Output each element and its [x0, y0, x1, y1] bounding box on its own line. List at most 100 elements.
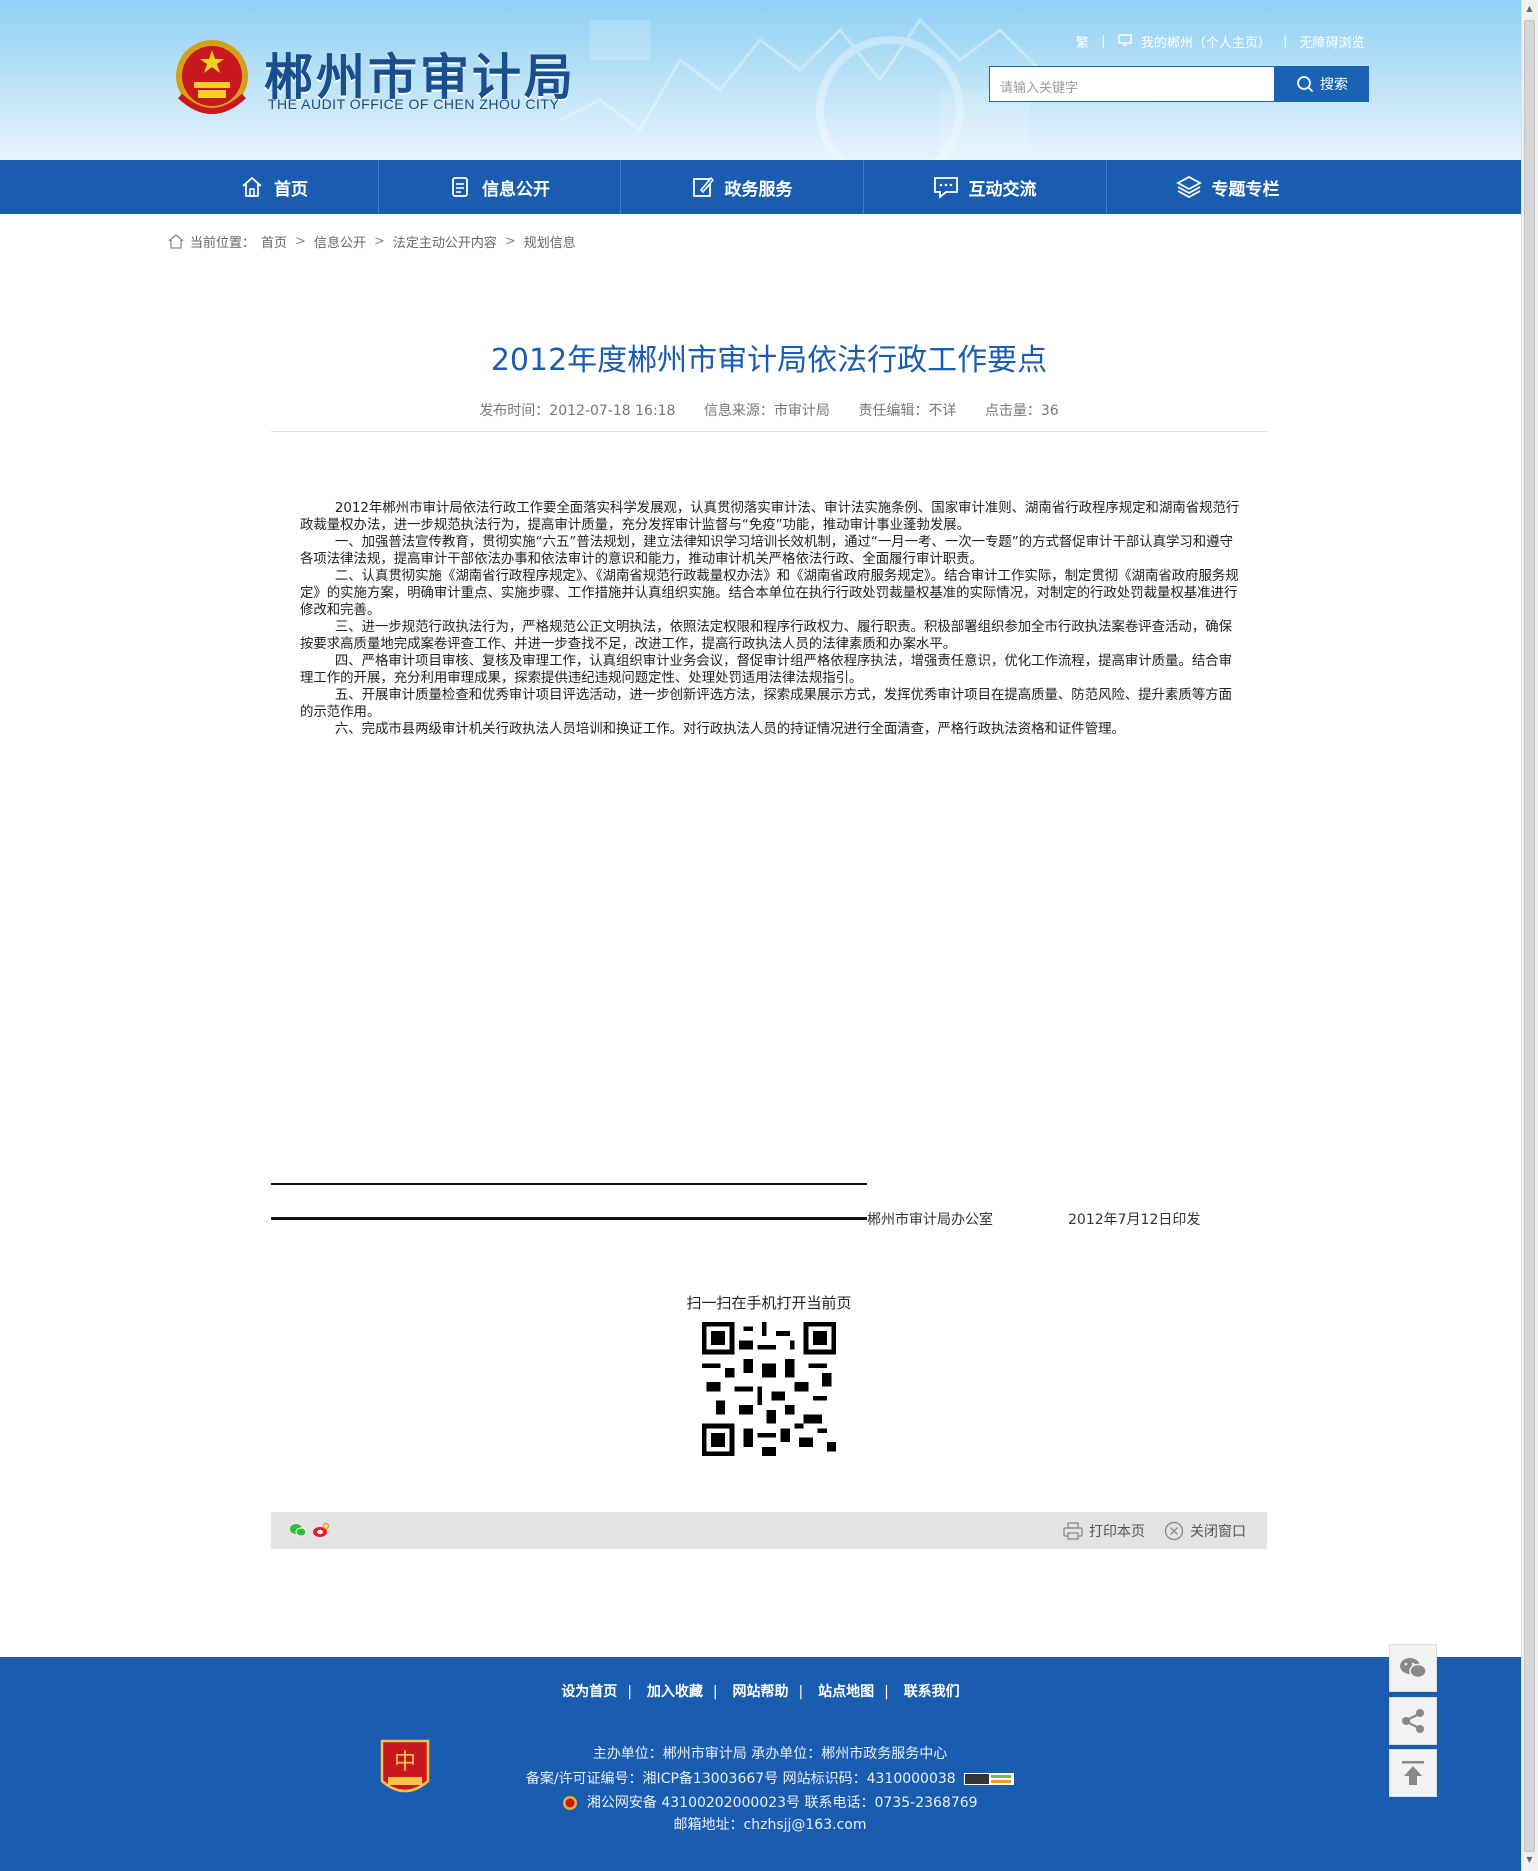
qr-caption: 扫一扫在手机打开当前页	[686, 1294, 852, 1312]
nav-label: 政务服务	[724, 179, 793, 200]
signature-org: 郴州市审计局办公室	[867, 1212, 993, 1228]
nav-label: 首页	[274, 179, 308, 200]
scrollbar-thumb[interactable]	[1524, 20, 1535, 1852]
document-icon	[452, 177, 468, 197]
edit-icon	[692, 176, 714, 197]
paragraph: 二、认真贯彻实施《湖南省行政程序规定》、《湖南省规范行政裁量权办法》和《湖南省政…	[300, 569, 1239, 618]
paragraph: 2012年郴州市审计局依法行政工作要全面落实科学发展观，认真贯彻落实审计法、审计…	[300, 501, 1240, 533]
breadcrumb: 当前位置： 首页 > 信息公开 > 法定主动公开内容 > 规划信息	[168, 232, 576, 251]
close-icon	[1164, 1521, 1184, 1541]
traditional-chinese-link[interactable]: 繁	[1076, 32, 1089, 51]
chat-icon	[933, 177, 958, 199]
footer-link-set-home[interactable]: 设为首页	[561, 1684, 617, 1700]
footer-email: 邮箱地址：chzhsjj@163.com	[673, 1817, 867, 1833]
police-badge-icon	[563, 1796, 578, 1810]
accessible-browse-link[interactable]: 无障碍浏览	[1300, 32, 1365, 51]
scroll-down-arrow-icon[interactable]: ▼	[1524, 1855, 1535, 1869]
home-icon	[242, 176, 262, 197]
publish-time: 发布时间：2012-07-18 16:18	[479, 403, 676, 419]
breadcrumb-item-planning[interactable]: 规划信息	[524, 232, 576, 251]
search-input[interactable]: 请输入关键字	[989, 66, 1275, 102]
separator: |	[712, 1684, 718, 1700]
search-button[interactable]: 搜索	[1275, 66, 1369, 102]
nav-item-special-topics[interactable]: 专题专栏	[1106, 160, 1349, 214]
footer-link-sitemap[interactable]: 站点地图	[818, 1684, 874, 1700]
signature-rule-top	[271, 1183, 867, 1185]
search-button-label: 搜索	[1320, 77, 1348, 93]
header-decoration	[560, 17, 1042, 160]
paragraph: 六、完成市县两级审计机关行政执法人员培训和换证工作。对行政执法人员的持证情况进行…	[334, 722, 1125, 737]
separator: |	[798, 1684, 804, 1700]
separator: |	[627, 1684, 633, 1700]
view-count: 点击量：36	[984, 403, 1059, 419]
breadcrumb-item-info[interactable]: 信息公开	[314, 232, 366, 251]
separator: |	[1101, 34, 1106, 49]
cnzz-badge-icon[interactable]	[964, 1773, 1015, 1785]
site-subtitle: THE AUDIT OFFICE OF CHEN ZHOU CITY	[268, 96, 560, 112]
svg-text:中: 中	[394, 1750, 416, 1775]
article-meta: 发布时间：2012-07-18 16:18 信息来源：市审计局 责任编辑：不详 …	[271, 400, 1267, 420]
footer-host: 主办单位：郴州市审计局 承办单位：郴州市政务服务中心	[592, 1746, 948, 1762]
national-emblem-icon	[176, 40, 248, 114]
main-nav: 首页 信息公开 政务服务 互动交流 专题专栏	[0, 160, 1521, 214]
float-back-to-top-button[interactable]	[1389, 1749, 1437, 1797]
footer-police-text: 湘公网安备 43100202000023号 联系电话：0735-2368769	[586, 1795, 978, 1811]
info-source: 信息来源：市审计局	[703, 403, 830, 419]
nav-item-interaction[interactable]: 互动交流	[863, 160, 1106, 214]
signature-rule-bottom	[271, 1217, 867, 1220]
site-header: 郴州市审计局 THE AUDIT OFFICE OF CHEN ZHOU CIT…	[0, 0, 1521, 160]
signature-date: 2012年7月12日印发	[1068, 1212, 1201, 1228]
weibo-icon[interactable]	[312, 1522, 330, 1538]
breadcrumb-prefix: 当前位置：	[190, 236, 256, 251]
nav-item-home[interactable]: 首页	[170, 160, 378, 214]
footer-link-contact[interactable]: 联系我们	[904, 1684, 960, 1700]
layers-icon	[1175, 175, 1202, 199]
top-links: 繁 | 我的郴州（个人主页） | 无障碍浏览	[1076, 32, 1365, 51]
nav-item-info-public[interactable]: 信息公开	[378, 160, 620, 214]
share-icon	[1402, 1709, 1424, 1733]
paragraph: 五、开展审计质量检查和优秀审计项目评选活动，进一步创新评选方法，探索成果展示方式…	[300, 688, 1232, 720]
breadcrumb-item-legal[interactable]: 法定主动公开内容	[393, 232, 497, 251]
search-icon	[1297, 76, 1314, 93]
float-wechat-button[interactable]	[1389, 1644, 1437, 1692]
breadcrumb-item-home[interactable]: 首页	[261, 232, 287, 251]
footer-link-favorite[interactable]: 加入收藏	[647, 1684, 703, 1700]
my-chenzhou-link[interactable]: 我的郴州（个人主页）	[1141, 32, 1271, 51]
party-gov-badge-icon[interactable]: 中	[378, 1737, 432, 1801]
printer-icon	[1063, 1522, 1083, 1540]
editor: 责任编辑：不详	[858, 403, 957, 419]
share-bar: 打印本页 关闭窗口	[271, 1512, 1267, 1549]
site-footer: 设为首页 | 加入收藏 | 网站帮助 | 站点地图 | 联系我们 中 主办单位：郴州市审…	[0, 1657, 1521, 1871]
footer-icp: 备案/许可证编号：湘ICP备13003667号 网站标识码：4310000038	[470, 1768, 1070, 1788]
paragraph: 三、进一步规范行政执法行为，严格规范公正文明执法，依照法定权限和程序行政权力、履…	[300, 620, 1232, 652]
scroll-up-arrow-icon[interactable]: ▲	[1524, 4, 1535, 18]
separator: |	[884, 1684, 889, 1700]
footer-link-help[interactable]: 网站帮助	[733, 1684, 789, 1700]
close-window-button[interactable]: 关闭窗口	[1164, 1521, 1246, 1541]
home-icon	[168, 234, 184, 249]
close-label: 关闭窗口	[1190, 1524, 1246, 1540]
paragraph: 一、加强普法宣传教育，贯彻实施“六五”普法规划，建立法律知识学习培训长效机制，通…	[300, 535, 1233, 567]
footer-links: 设为首页 | 加入收藏 | 网站帮助 | 站点地图 | 联系我们	[0, 1681, 1521, 1701]
article-title: 2012年度郴州市审计局依法行政工作要点	[490, 343, 1048, 378]
breadcrumb-separator: >	[373, 234, 385, 249]
breadcrumb-separator: >	[504, 234, 516, 249]
wechat-icon	[1400, 1658, 1427, 1679]
breadcrumb-separator: >	[295, 234, 306, 249]
nav-label: 互动交流	[968, 179, 1037, 200]
nav-label: 信息公开	[482, 179, 550, 200]
wechat-icon[interactable]	[289, 1522, 307, 1538]
separator: |	[1282, 34, 1288, 49]
nav-label: 专题专栏	[1211, 179, 1280, 200]
print-label: 打印本页	[1089, 1524, 1145, 1540]
arrow-up-icon	[1402, 1761, 1424, 1785]
print-button[interactable]: 打印本页	[1063, 1521, 1145, 1541]
footer-police: 湘公网安备 43100202000023号 联系电话：0735-2368769	[470, 1792, 1070, 1812]
float-share-button[interactable]	[1389, 1697, 1437, 1745]
article-body: 2012年郴州市审计局依法行政工作要全面落实科学发展观，认真贯彻落实审计法、审计…	[300, 500, 1240, 738]
monitor-icon	[1117, 33, 1132, 50]
qr-code	[702, 1322, 836, 1456]
paragraph: 四、严格审计项目审核、复核及审理工作，认真组织审计业务会议，督促审计组严格依程序…	[300, 654, 1232, 686]
nav-item-gov-service[interactable]: 政务服务	[620, 160, 863, 214]
footer-icp-text: 备案/许可证编号：湘ICP备13003667号 网站标识码：4310000038	[525, 1771, 956, 1787]
